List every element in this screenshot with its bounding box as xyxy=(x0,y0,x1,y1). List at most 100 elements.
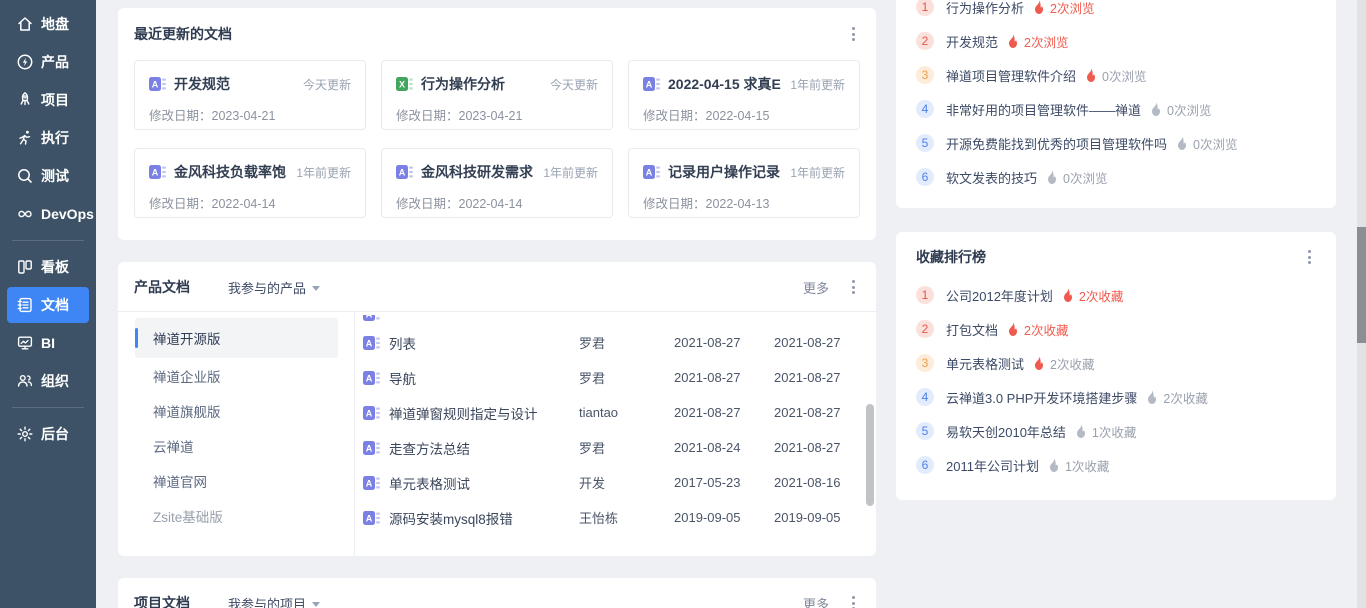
doc-modified-date: 修改日期：2023-04-21 xyxy=(396,105,598,124)
chevron-down-icon xyxy=(312,602,320,607)
doc-table-row[interactable]: A 源码安装mysql8报错 王怡栋 2019-09-05 2019-09-05 xyxy=(363,500,862,535)
rank-badge: 3 xyxy=(916,66,934,84)
doc-table-row[interactable]: A 禅道弹窗规则指定与设计 tiantao 2021-08-27 2021-08… xyxy=(363,395,862,430)
ranking-item[interactable]: 2 开发规范 2次浏览 xyxy=(916,24,1316,58)
product-filter-label: 我参与的产品 xyxy=(228,278,306,297)
product-name: 云禅道 xyxy=(153,436,194,456)
kebab-menu-icon[interactable] xyxy=(847,277,860,297)
doc-table-row[interactable]: A 导航 罗君 2021-08-27 2021-08-27 xyxy=(363,360,862,395)
product-list-item[interactable]: Zsite基础版 xyxy=(135,498,338,533)
doc-a-icon: A xyxy=(149,76,166,92)
doc-table-rows: A 列表 罗君 2021-08-27 2021-08-27 A 导航 xyxy=(363,325,862,535)
ranking-item[interactable]: 5 开源免费能找到优秀的项目管理软件吗 0次浏览 xyxy=(916,126,1316,160)
sidebar-item-home[interactable]: 地盘 xyxy=(7,6,89,42)
sidebar-item-devops[interactable]: DevOps xyxy=(7,196,89,232)
doc-modified-date: 修改日期：2022-04-13 xyxy=(643,193,845,212)
doc-modified-date: 修改日期：2023-04-21 xyxy=(149,105,351,124)
doc-a-icon: A xyxy=(149,164,166,180)
sidebar-item-bi[interactable]: BI xyxy=(7,325,89,361)
ranking-item[interactable]: 2 打包文档 2次收藏 xyxy=(916,312,1316,346)
product-list-item[interactable]: 禅道旗舰版 xyxy=(135,393,338,428)
doc-a-icon: A xyxy=(363,510,380,526)
kebab-menu-icon[interactable] xyxy=(847,593,860,608)
table-row-clipped[interactable]: A xyxy=(363,312,862,325)
recent-doc-tile[interactable]: A 记录用户操作记录 1年前更新 修改日期：2022-04-13 xyxy=(628,148,860,218)
recent-doc-tile[interactable]: A 2022-04-15 求真E 1年前更新 修改日期：2022-04-15 xyxy=(628,60,860,130)
doc-created-date: 2021-08-24 xyxy=(674,440,774,455)
favorites-title: 收藏排行榜 xyxy=(916,247,986,267)
sidebar-item-product[interactable]: 产品 xyxy=(7,44,89,80)
flame-icon xyxy=(1007,322,1019,336)
doc-table-row[interactable]: A 走查方法总结 罗君 2021-08-24 2021-08-27 xyxy=(363,430,862,465)
ranking-doc-title: 禅道项目管理软件介绍 xyxy=(946,66,1076,85)
sidebar-item-execution[interactable]: 执行 xyxy=(7,120,89,156)
doc-title: 列表 xyxy=(389,333,416,353)
ranking-item[interactable]: 4 非常好用的项目管理软件——禅道 0次浏览 xyxy=(916,92,1316,126)
product-more-link[interactable]: 更多 xyxy=(803,278,829,297)
doc-a-icon: A xyxy=(363,335,380,351)
rank-badge: 2 xyxy=(916,32,934,50)
doc-table-row[interactable]: A 列表 罗君 2021-08-27 2021-08-27 xyxy=(363,325,862,360)
doc-title: 开发规范 xyxy=(174,74,295,94)
sidebar-item-label: 执行 xyxy=(41,128,69,148)
sidebar-item-test[interactable]: 测试 xyxy=(7,158,89,194)
ranking-item[interactable]: 6 2011年公司计划 1次收藏 xyxy=(916,448,1316,482)
sidebar-item-admin[interactable]: 后台 xyxy=(7,416,89,452)
doc-title: 走查方法总结 xyxy=(389,438,470,458)
rank-badge: 2 xyxy=(916,320,934,338)
sidebar-item-project[interactable]: 项目 xyxy=(7,82,89,118)
favorite-count: 1次收藏 xyxy=(1065,456,1109,475)
project-more-link[interactable]: 更多 xyxy=(803,594,829,608)
product-name: 禅道企业版 xyxy=(153,366,221,386)
sidebar-item-doc[interactable]: 文档 xyxy=(7,287,89,323)
rank-badge: 4 xyxy=(916,388,934,406)
page-scrollbar-thumb[interactable] xyxy=(1357,227,1366,343)
svg-text:X: X xyxy=(399,80,405,90)
bi-icon xyxy=(16,334,34,352)
recent-doc-tile[interactable]: A 金风科技研发需求 1年前更新 修改日期：2022-04-14 xyxy=(381,148,613,218)
ranking-item[interactable]: 3 单元表格测试 2次收藏 xyxy=(916,346,1316,380)
ranking-item[interactable]: 1 行为操作分析 2次浏览 xyxy=(916,0,1316,24)
ranking-item[interactable]: 4 云禅道3.0 PHP开发环境搭建步骤 2次收藏 xyxy=(916,380,1316,414)
update-badge: 1年前更新 xyxy=(296,164,351,181)
favorites-ranking-list: 1 公司2012年度计划 2次收藏 2 打包文档 2次收藏 3 单元表格测试 2… xyxy=(916,278,1316,482)
doc-table-row[interactable]: A 单元表格测试 开发 2017-05-23 2021-08-16 xyxy=(363,465,862,500)
sidebar-group-admin: 后台 xyxy=(0,416,96,452)
ranking-item[interactable]: 5 易软天创2010年总结 1次收藏 xyxy=(916,414,1316,448)
sidebar-divider xyxy=(12,407,84,408)
sidebar-item-org[interactable]: 组织 xyxy=(7,363,89,399)
table-scrollbar-thumb[interactable] xyxy=(866,404,874,506)
update-badge: 1年前更新 xyxy=(790,76,845,93)
product-list-item[interactable]: 禅道企业版 xyxy=(135,358,338,393)
project-filter-dropdown[interactable]: 我参与的项目 xyxy=(228,594,320,608)
sidebar-item-kanban[interactable]: 看板 xyxy=(7,249,89,285)
recent-doc-tile[interactable]: A 金风科技负载率饱 1年前更新 修改日期：2022-04-14 xyxy=(134,148,366,218)
ranking-item[interactable]: 3 禅道项目管理软件介绍 0次浏览 xyxy=(916,58,1316,92)
sidebar-item-label: DevOps xyxy=(41,206,94,222)
project-docs-card: 项目文档 我参与的项目 更多 xyxy=(118,578,876,608)
org-icon xyxy=(16,372,34,390)
recent-doc-tile[interactable]: X 行为操作分析 今天更新 修改日期：2023-04-21 xyxy=(381,60,613,130)
product-list-item[interactable]: 禅道官网 xyxy=(135,463,338,498)
product-docs-body: 禅道开源版 禅道企业版 禅道旗舰版 云禅道 禅道官网 Zsite基础版 xyxy=(118,312,876,556)
product-filter-dropdown[interactable]: 我参与的产品 xyxy=(228,278,320,297)
sidebar-group-tools: 看板 文档 BI 组织 xyxy=(0,249,96,399)
kebab-menu-icon[interactable] xyxy=(1303,247,1316,267)
doc-modified-date: 修改日期：2022-04-14 xyxy=(396,193,598,212)
project-filter-label: 我参与的项目 xyxy=(228,594,306,608)
ranking-doc-title: 单元表格测试 xyxy=(946,354,1024,373)
doc-author: 罗君 xyxy=(579,438,674,457)
view-count: 0次浏览 xyxy=(1167,100,1211,119)
product-list-item[interactable]: 云禅道 xyxy=(135,428,338,463)
ranking-item[interactable]: 6 软文发表的技巧 0次浏览 xyxy=(916,160,1316,194)
product-list-item[interactable]: 禅道开源版 xyxy=(135,318,338,358)
svg-text:A: A xyxy=(366,408,373,418)
recent-doc-tile[interactable]: A 开发规范 今天更新 修改日期：2023-04-21 xyxy=(134,60,366,130)
doc-title: 禅道弹窗规则指定与设计 xyxy=(389,403,538,423)
doc-title: 金风科技研发需求 xyxy=(421,162,535,182)
recent-docs-card: 最近更新的文档 A 开发规范 今天更新 修改日期：2023-04-21 xyxy=(118,8,876,240)
svg-text:A: A xyxy=(366,443,373,453)
product-list: 禅道开源版 禅道企业版 禅道旗舰版 云禅道 禅道官网 Zsite基础版 xyxy=(118,312,355,556)
ranking-item[interactable]: 1 公司2012年度计划 2次收藏 xyxy=(916,278,1316,312)
kebab-menu-icon[interactable] xyxy=(847,24,860,44)
